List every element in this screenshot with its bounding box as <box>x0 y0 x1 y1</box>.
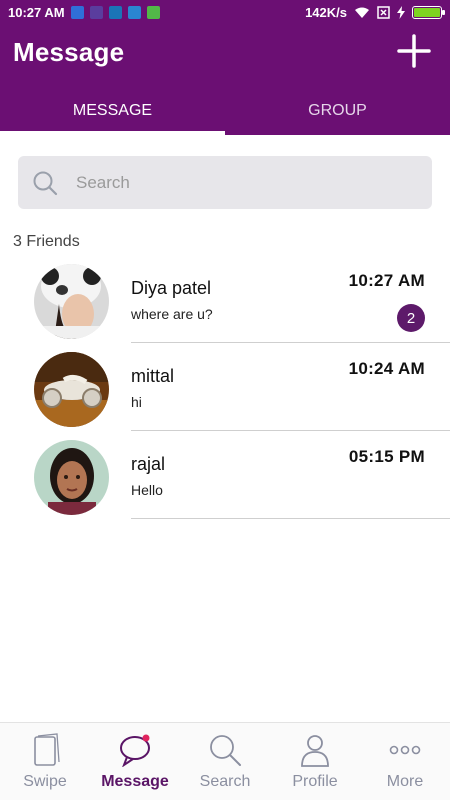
conversation-row[interactable]: rajal Hello 05:15 PM <box>0 434 450 522</box>
more-dots-icon <box>389 745 421 755</box>
notification-usb-icon <box>70 6 84 19</box>
row-divider <box>131 518 450 519</box>
notification-upload-icon <box>127 6 141 19</box>
battery-level <box>414 8 440 17</box>
plus-icon <box>397 34 431 68</box>
tab-group[interactable]: GROUP <box>225 87 450 135</box>
nav-swipe-label: Swipe <box>23 773 67 790</box>
nav-profile-label: Profile <box>292 773 338 790</box>
nav-swipe[interactable]: Swipe <box>0 723 90 800</box>
tab-bar: MESSAGE GROUP <box>0 87 450 135</box>
conversation-preview: hi <box>131 394 142 410</box>
chat-bubble-icon <box>120 734 150 767</box>
conversation-time: 10:27 AM <box>348 271 425 290</box>
avatar <box>34 264 109 339</box>
battery-icon <box>412 6 445 19</box>
nav-more-label: More <box>386 773 424 790</box>
app-screen: 10:27 AM 142K/s Message MESSAGE GROUP Se… <box>0 0 450 800</box>
cards-icon <box>34 733 60 766</box>
nav-search[interactable]: Search <box>180 723 270 800</box>
tab-message[interactable]: MESSAGE <box>0 87 225 135</box>
charging-icon <box>397 6 405 19</box>
search-icon <box>33 171 58 195</box>
conversation-row[interactable]: Diya patel where are u? 10:27 AM 2 <box>0 258 450 346</box>
nav-profile[interactable]: Profile <box>270 723 360 800</box>
search-input[interactable] <box>76 172 396 193</box>
conversation-name: Diya patel <box>131 278 212 298</box>
row-divider <box>131 342 450 343</box>
status-bar-left: 10:27 AM <box>8 5 160 20</box>
notification-linkedin-icon <box>108 6 122 19</box>
person-icon <box>301 735 329 767</box>
status-time: 10:27 AM <box>8 5 65 20</box>
bottom-navigation: Swipe Message Search Profile More <box>0 722 450 800</box>
conversation-time: 10:24 AM <box>348 359 425 378</box>
nav-message[interactable]: Message <box>90 723 180 800</box>
friends-count-label: 3 Friends <box>13 233 80 250</box>
nav-message-label: Message <box>101 773 169 790</box>
nav-search-label: Search <box>199 773 251 790</box>
search-icon <box>210 735 241 766</box>
conversation-time: 05:15 PM <box>348 447 425 466</box>
page-title: Message <box>13 37 125 67</box>
no-sim-icon <box>377 6 390 19</box>
status-bar-right: 142K/s <box>305 5 445 20</box>
add-message-button[interactable] <box>396 33 432 69</box>
conversation-name: rajal <box>131 454 166 474</box>
row-divider <box>131 430 450 431</box>
avatar <box>34 440 109 515</box>
network-speed: 142K/s <box>305 5 347 20</box>
conversation-preview: Hello <box>131 482 163 498</box>
conversation-preview: where are u? <box>131 306 213 322</box>
notification-android-icon <box>146 6 160 19</box>
nav-more[interactable]: More <box>360 723 450 800</box>
status-bar: 10:27 AM 142K/s <box>0 0 450 25</box>
app-header: Message MESSAGE GROUP <box>0 25 450 135</box>
avatar <box>34 352 109 427</box>
search-bar[interactable] <box>18 156 432 209</box>
conversation-row[interactable]: mittal hi 10:24 AM <box>0 346 450 434</box>
unread-badge: 2 <box>397 304 425 332</box>
conversation-name: mittal <box>131 366 175 386</box>
wifi-icon <box>355 7 369 18</box>
notification-app-icon <box>89 6 103 19</box>
